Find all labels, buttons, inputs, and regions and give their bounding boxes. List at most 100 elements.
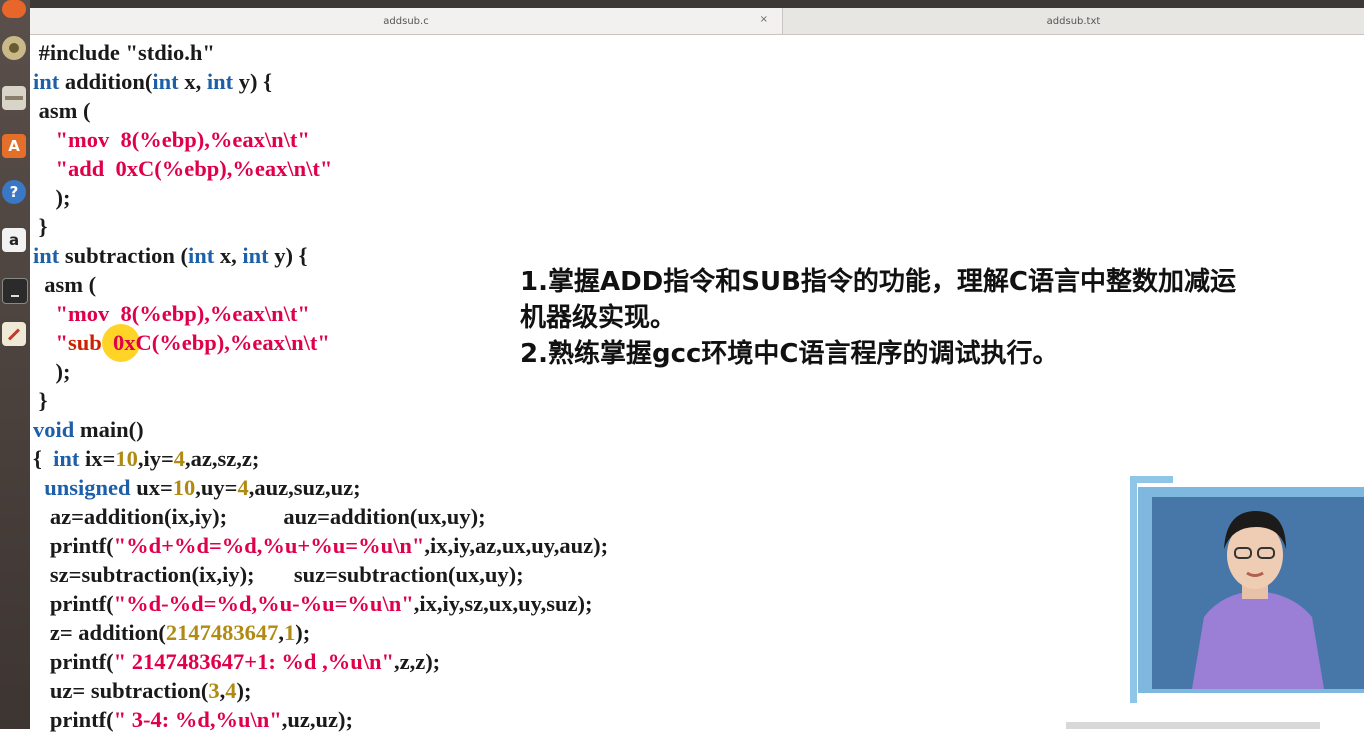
code-token: ); bbox=[33, 359, 71, 384]
code-line: printf(" 3-4: %d,%u\n",uz,uz); bbox=[33, 705, 608, 734]
text-editor-icon[interactable] bbox=[2, 322, 26, 346]
code-token: subtraction ( bbox=[59, 243, 189, 268]
code-token: unsigned bbox=[44, 475, 131, 500]
code-token: printf( bbox=[33, 533, 114, 558]
code-token: } bbox=[33, 388, 48, 413]
code-token: "add 0xC(%ebp),%eax\n\t" bbox=[33, 156, 333, 181]
code-token: " bbox=[33, 330, 69, 355]
code-token: ,auz,suz,uz; bbox=[248, 475, 361, 500]
code-token: "%d+%d=%d,%u+%u=%u\n" bbox=[113, 533, 425, 558]
code-token: x, bbox=[178, 69, 207, 94]
code-line: printf("%d-%d=%d,%u-%u=%u\n",ix,iy,sz,ux… bbox=[33, 589, 608, 618]
code-token: 4 bbox=[173, 446, 186, 471]
objective-line-1: 1.掌握ADD指令和SUB指令的功能，理解C语言中整数加减运 bbox=[520, 267, 1236, 297]
code-token: } bbox=[33, 214, 48, 239]
code-token: void bbox=[33, 417, 75, 442]
code-token: sub bbox=[68, 330, 102, 355]
code-line: asm ( bbox=[33, 96, 608, 125]
code-token: ix= bbox=[79, 446, 116, 471]
disk-icon[interactable] bbox=[2, 36, 26, 60]
code-line: { int ix=10,iy=4,az,sz,z; bbox=[33, 444, 608, 473]
software-center-icon[interactable]: A bbox=[2, 134, 26, 158]
code-token: ,z,z); bbox=[393, 649, 441, 674]
code-token: 10 bbox=[115, 446, 138, 471]
code-token: ,ix,iy,az,ux,uy,auz); bbox=[424, 533, 609, 558]
code-token: ux= bbox=[130, 475, 173, 500]
launcher-bar: A ? a bbox=[0, 0, 30, 729]
code-token: int bbox=[188, 243, 215, 268]
code-token: int bbox=[206, 69, 234, 94]
code-token: 2147483647 bbox=[165, 620, 279, 645]
help-icon[interactable]: ? bbox=[2, 180, 26, 204]
tab-addsub-txt[interactable]: addsub.txt bbox=[783, 8, 1364, 34]
code-token: 4 bbox=[225, 678, 237, 703]
code-token: az=addition(ix,iy); auz=addition(ux,uy); bbox=[33, 504, 486, 529]
code-token: "%d-%d=%d,%u-%u=%u\n" bbox=[113, 591, 414, 616]
code-token: ); bbox=[33, 185, 71, 210]
code-token: asm ( bbox=[33, 272, 97, 297]
code-line: "mov 8(%ebp),%eax\n\t" bbox=[33, 125, 608, 154]
top-panel bbox=[30, 0, 1364, 8]
code-line: printf(" 2147483647+1: %d ,%u\n",z,z); bbox=[33, 647, 608, 676]
code-token: y) { bbox=[233, 69, 272, 94]
code-token: 10 bbox=[172, 475, 196, 500]
code-token: z= addition( bbox=[33, 620, 166, 645]
tab-label: addsub.c bbox=[383, 15, 429, 27]
code-line: z= addition(2147483647,1); bbox=[33, 618, 608, 647]
code-line: uz= subtraction(3,4); bbox=[33, 676, 608, 705]
objective-line-3: 2.熟练掌握gcc环境中C语言程序的调试执行。 bbox=[520, 339, 1059, 369]
code-token: ,iy= bbox=[137, 446, 174, 471]
close-icon[interactable]: × bbox=[760, 14, 768, 25]
code-token: ,uz,uz); bbox=[281, 707, 354, 732]
code-line: az=addition(ix,iy); auz=addition(ux,uy); bbox=[33, 502, 608, 531]
files-icon[interactable] bbox=[2, 86, 26, 110]
amazon-icon[interactable]: a bbox=[2, 228, 26, 252]
tab-bar: addsub.c × addsub.txt bbox=[30, 8, 1364, 35]
presenter-image bbox=[1152, 497, 1364, 689]
tab-label: addsub.txt bbox=[1046, 15, 1101, 27]
code-token: ); bbox=[236, 678, 252, 703]
code-line: sz=subtraction(ix,iy); suz=subtraction(u… bbox=[33, 560, 608, 589]
code-token: int bbox=[33, 243, 60, 268]
code-token: addition( bbox=[59, 69, 153, 94]
firefox-icon[interactable] bbox=[2, 0, 26, 18]
code-token: 3 bbox=[208, 678, 220, 703]
code-token: sz=subtraction(ix,iy); suz=subtraction(u… bbox=[33, 562, 524, 587]
code-token: uz= subtraction( bbox=[33, 678, 209, 703]
code-token: y) { bbox=[268, 243, 308, 268]
code-token: int bbox=[152, 69, 179, 94]
video-caption-bar bbox=[1066, 722, 1320, 729]
code-token: "mov 8(%ebp),%eax\n\t" bbox=[33, 127, 310, 152]
code-token: { bbox=[33, 446, 54, 471]
code-line: } bbox=[33, 212, 608, 241]
code-token: printf( bbox=[33, 591, 114, 616]
code-token: "mov 8(%ebp),%eax\n\t" bbox=[33, 301, 310, 326]
code-line: "add 0xC(%ebp),%eax\n\t" bbox=[33, 154, 608, 183]
code-token: int bbox=[53, 446, 80, 471]
code-line: printf("%d+%d=%d,%u+%u=%u\n",ix,iy,az,ux… bbox=[33, 531, 608, 560]
code-token: main() bbox=[74, 417, 144, 442]
code-line: int addition(int x, int y) { bbox=[33, 67, 608, 96]
tab-addsub-c[interactable]: addsub.c × bbox=[30, 8, 783, 34]
code-token: 4 bbox=[237, 475, 249, 500]
lesson-objectives: 1.掌握ADD指令和SUB指令的功能，理解C语言中整数加减运 机器级实现。 2.熟练… bbox=[520, 264, 1364, 372]
code-token: int bbox=[33, 69, 60, 94]
code-token: printf( bbox=[33, 707, 114, 732]
code-token: 1 bbox=[283, 620, 296, 645]
code-line: #include "stdio.h" bbox=[33, 38, 608, 67]
terminal-icon[interactable] bbox=[2, 278, 28, 304]
code-line: void main() bbox=[33, 415, 608, 444]
code-token: ,ix,iy,sz,ux,uy,suz); bbox=[413, 591, 593, 616]
source-code: #include "stdio.h" int addition(int x, in… bbox=[33, 38, 608, 734]
code-line: } bbox=[33, 386, 608, 415]
code-token: printf( bbox=[33, 649, 114, 674]
code-line: ); bbox=[33, 183, 608, 212]
code-token: ,az,sz,z; bbox=[185, 446, 260, 471]
code-token: " 2147483647+1: %d ,%u\n" bbox=[113, 649, 394, 674]
code-token: ); bbox=[295, 620, 311, 645]
code-token: ,uy= bbox=[195, 475, 238, 500]
code-token: " 3-4: %d,%u\n" bbox=[113, 707, 282, 732]
code-token: int bbox=[242, 243, 269, 268]
code-token: asm ( bbox=[33, 98, 91, 123]
